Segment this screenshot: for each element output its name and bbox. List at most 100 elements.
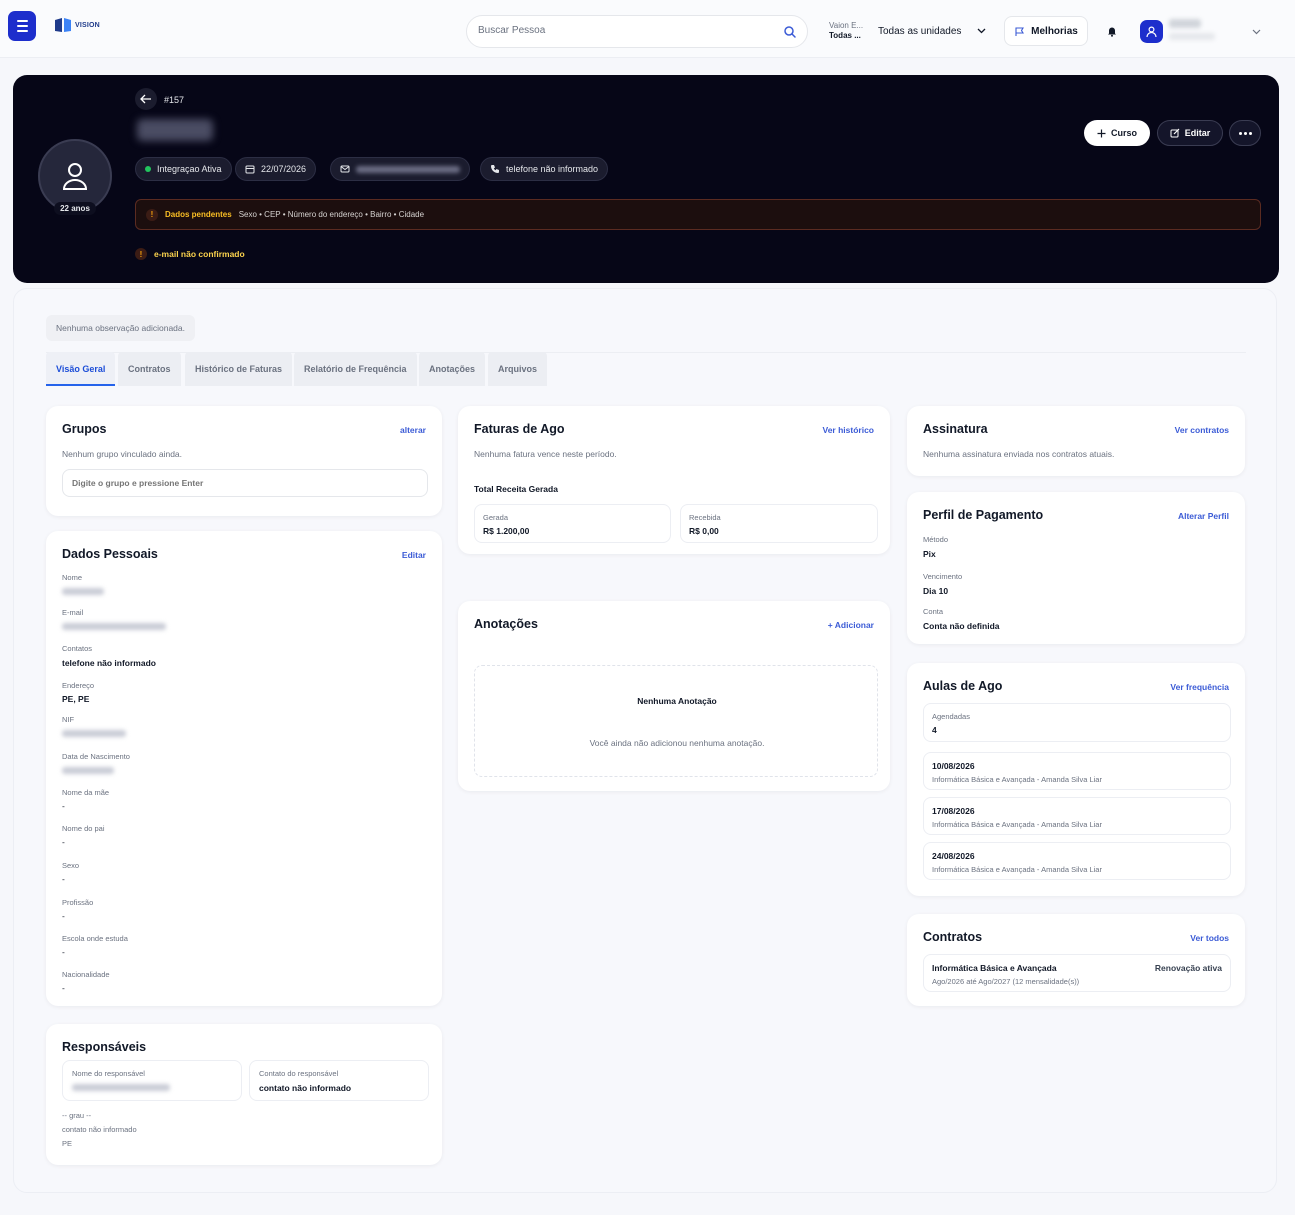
card-title: Contratos — [923, 930, 983, 944]
add-course-label: Curso — [1110, 128, 1137, 138]
field-label: Nacionalidade — [62, 970, 110, 979]
user-avatar[interactable] — [1140, 20, 1163, 43]
bell-icon[interactable] — [1106, 25, 1118, 37]
groups-card: Grupos alterar Nenhum grupo vinculado ai… — [46, 406, 442, 516]
field-label: Profissão — [62, 898, 94, 907]
edit-person-button[interactable]: Editar — [1157, 120, 1223, 146]
menu-button[interactable] — [8, 11, 36, 41]
contract-period: Ago/2026 até Ago/2027 (12 mensalidade(s)… — [932, 977, 1080, 986]
tab-historico-faturas[interactable]: Histórico de Faturas — [185, 352, 293, 386]
edit-icon — [1170, 128, 1180, 138]
field-label: Sexo — [62, 861, 80, 870]
unit-select-value: Todas as unidades — [878, 25, 962, 37]
status-dot-icon — [145, 166, 151, 172]
phone-chip-label: telefone não informado — [506, 164, 599, 174]
more-options-button[interactable] — [1229, 120, 1261, 146]
unit-select[interactable]: Todas as unidades — [870, 19, 994, 43]
guardians-card: Responsáveis Nome do responsável Contato… — [46, 1024, 442, 1165]
phone-chip: telefone não informado — [480, 157, 609, 181]
profile-header: #157 22 anos Integraçao Ativa 22/07/2026… — [13, 75, 1279, 283]
view-all-contracts-link[interactable]: Ver todos — [1190, 933, 1229, 943]
change-profile-link[interactable]: Alterar Perfil — [1178, 511, 1229, 521]
field-label: Nome do responsável — [72, 1069, 145, 1078]
user-icon — [62, 163, 88, 190]
plus-icon — [1097, 129, 1106, 137]
back-button[interactable] — [135, 88, 157, 110]
view-contracts-link[interactable]: Ver contratos — [1175, 425, 1229, 435]
class-item[interactable]: 10/08/2026 Informática Básica e Avançada… — [923, 752, 1231, 790]
field-value: PE, PE — [62, 694, 90, 704]
invoices-card: Faturas de Ago Ver histórico Nenhuma fat… — [458, 406, 890, 554]
top-bar: VISION Vaion E... Todas ... Todas as uni… — [0, 0, 1295, 58]
email-redacted — [356, 165, 460, 173]
feedback-icon — [1015, 26, 1025, 36]
card-title: Assinatura — [923, 422, 988, 436]
class-item[interactable]: 17/08/2026 Informática Básica e Avançada… — [923, 797, 1231, 835]
edit-person-label: Editar — [1184, 128, 1211, 138]
field-label: NIF — [62, 715, 75, 724]
field-value: - — [62, 874, 65, 884]
field-label: Vencimento — [923, 572, 963, 581]
signature-empty-text: Nenhuma assinatura enviada nos contratos… — [923, 449, 1115, 459]
search-bar — [466, 15, 808, 48]
field-value: - — [62, 911, 65, 921]
logo[interactable]: VISION — [54, 16, 100, 34]
field-label: Contato do responsável — [259, 1069, 339, 1078]
search-icon[interactable] — [783, 25, 797, 39]
user-name-redacted — [1169, 19, 1201, 28]
add-note-link[interactable]: + Adicionar — [828, 620, 874, 630]
field-value: 4 — [932, 725, 937, 735]
field-value: telefone não informado — [62, 658, 156, 668]
view-attendance-link[interactable]: Ver frequência — [1170, 682, 1229, 692]
card-title: Faturas de Ago — [474, 422, 565, 436]
chevron-down-icon[interactable] — [1252, 27, 1261, 36]
melhorias-button[interactable]: Melhorias — [1004, 16, 1088, 46]
tab-contratos[interactable]: Contratos — [118, 352, 181, 386]
tab-visao-geral[interactable]: Visão Geral — [46, 352, 116, 386]
field-label: Gerada — [483, 513, 509, 522]
contract-item[interactable]: Informática Básica e Avançada Renovação … — [923, 954, 1231, 992]
change-groups-link[interactable]: alterar — [400, 425, 426, 435]
card-title: Grupos — [62, 422, 107, 436]
date-chip: 22/07/2026 — [235, 157, 317, 181]
group-input[interactable] — [62, 469, 428, 497]
guardian-contact-text: contato não informado — [62, 1125, 137, 1134]
notes-empty-state: Nenhuma Anotação Você ainda não adiciono… — [474, 665, 878, 777]
field-value: Pix — [923, 549, 936, 559]
card-title: Dados Pessoais — [62, 547, 158, 561]
calendar-icon — [245, 165, 255, 174]
revenue-generated-box: Gerada R$ 1.200,00 — [474, 504, 671, 543]
field-value: R$ 0,00 — [689, 526, 719, 536]
notes-card: Anotações + Adicionar Nenhuma Anotação V… — [458, 601, 890, 791]
pending-fields: Sexo • CEP • Número do endereço • Bairro… — [238, 210, 425, 219]
class-description: Informática Básica e Avançada - Amanda S… — [932, 865, 1102, 874]
edit-personal-data-link[interactable]: Editar — [402, 550, 426, 560]
invoice-history-link[interactable]: Ver histórico — [823, 425, 875, 435]
add-course-button[interactable]: Curso — [1084, 120, 1150, 146]
field-value: - — [62, 947, 65, 957]
class-description: Informática Básica e Avançada - Amanda S… — [932, 775, 1102, 784]
payment-profile-card: Perfil de Pagamento Alterar Perfil Métod… — [907, 492, 1245, 644]
user-icon — [1146, 25, 1157, 37]
tab-relatorio-frequencia[interactable]: Relatório de Frequência — [294, 352, 417, 386]
tab-arquivos[interactable]: Arquivos — [488, 352, 548, 386]
field-label: Conta — [923, 607, 944, 616]
field-value: Conta não definida — [923, 621, 1000, 631]
nif-redacted — [62, 730, 126, 737]
email-unconfirmed-alert: ! e-mail não confirmado — [135, 248, 245, 260]
contracts-card: Contratos Ver todos Informática Básica e… — [907, 914, 1245, 1006]
person-name-redacted — [137, 119, 213, 141]
tab-anotacoes[interactable]: Anotações — [419, 352, 486, 386]
contract-title: Informática Básica e Avançada — [932, 963, 1057, 973]
guardian-uf: PE — [62, 1139, 73, 1148]
contract-status: Renovação ativa — [1154, 963, 1222, 973]
class-item[interactable]: 24/08/2026 Informática Básica e Avançada… — [923, 842, 1231, 880]
class-description: Informática Básica e Avançada - Amanda S… — [932, 820, 1102, 829]
logo-icon — [55, 18, 71, 32]
email-unconfirmed-label: e-mail não confirmado — [154, 249, 245, 259]
birthdate-redacted — [62, 767, 114, 774]
alert-icon: ! — [146, 208, 158, 221]
observation-note: Nenhuma observação adicionada. — [46, 315, 196, 341]
field-label: Data de Nascimento — [62, 752, 130, 761]
search-input[interactable] — [478, 25, 768, 36]
